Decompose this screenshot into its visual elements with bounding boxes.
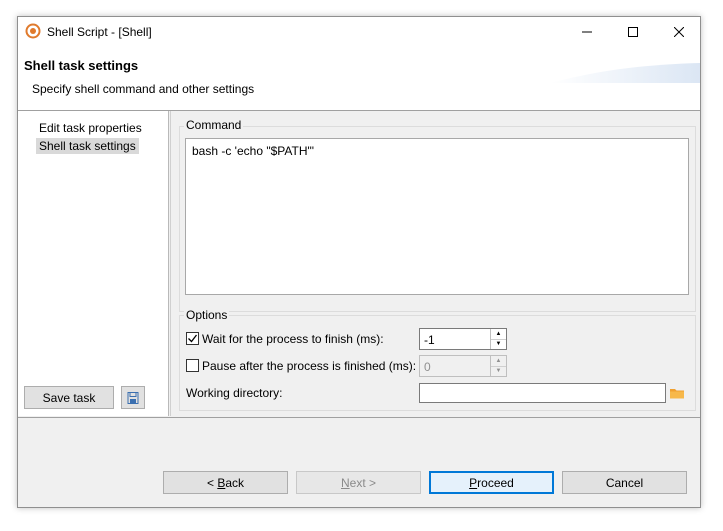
minimize-icon xyxy=(582,31,592,33)
proceed-mnemonic: P xyxy=(469,475,478,490)
app-logo-icon xyxy=(25,23,41,39)
next-mnemonic: N xyxy=(340,475,350,490)
nav-item-shell-task-settings[interactable]: Shell task settings xyxy=(36,138,139,154)
wait-value: -1 xyxy=(424,333,435,347)
spin-down-button[interactable]: ▼ xyxy=(491,339,506,349)
next-button[interactable]: Next > xyxy=(296,471,421,494)
title-bar: Shell Script - [Shell] xyxy=(18,17,700,47)
wait-checkbox[interactable] xyxy=(186,332,199,345)
maximize-icon xyxy=(628,27,638,37)
header-banner-graphic xyxy=(550,63,700,83)
window-title: Shell Script - [Shell] xyxy=(47,25,152,39)
pause-label: Pause after the process is finished (ms)… xyxy=(202,359,417,373)
wait-spinner-arrows: ▲ ▼ xyxy=(490,329,506,349)
checkmark-icon xyxy=(188,334,198,343)
folder-icon xyxy=(670,389,684,399)
next-label: ext > xyxy=(349,475,377,490)
close-button[interactable] xyxy=(656,17,700,47)
maximize-button[interactable] xyxy=(610,17,656,47)
nav-item-edit-task-properties[interactable]: Edit task properties xyxy=(36,120,145,136)
triangle-down-icon: ▼ xyxy=(495,368,502,374)
navigation-pane: Edit task properties Shell task settings… xyxy=(18,111,169,416)
options-group-label: Options xyxy=(184,308,230,322)
wait-label: Wait for the process to finish (ms): xyxy=(202,332,384,346)
back-mnemonic: B xyxy=(217,475,226,490)
triangle-up-icon: ▲ xyxy=(495,358,502,364)
spin-down-button[interactable]: ▼ xyxy=(491,366,506,376)
back-label: ack xyxy=(225,475,245,490)
page-title: Shell task settings xyxy=(24,58,139,73)
page-subtitle: Specify shell command and other settings xyxy=(32,82,255,96)
settings-content: Command bash -c 'echo "$PATH"' Options W… xyxy=(173,111,700,416)
pane-divider[interactable] xyxy=(170,111,171,416)
back-prefix: < xyxy=(206,475,218,490)
workdir-input[interactable] xyxy=(419,383,666,403)
proceed-label: roceed xyxy=(477,475,514,490)
save-as-button[interactable] xyxy=(121,386,145,409)
pause-spinner-arrows: ▲ ▼ xyxy=(490,356,506,376)
pause-spinner[interactable]: 0 ▲ ▼ xyxy=(419,355,507,377)
command-group-label: Command xyxy=(184,118,244,132)
wizard-header: Shell task settings Specify shell comman… xyxy=(18,47,700,111)
pause-value: 0 xyxy=(424,360,431,374)
close-icon xyxy=(674,27,684,37)
triangle-down-icon: ▼ xyxy=(495,341,502,347)
command-text: bash -c 'echo "$PATH"' xyxy=(192,144,315,158)
cancel-button[interactable]: Cancel xyxy=(562,471,687,494)
pause-checkbox[interactable] xyxy=(186,359,199,372)
wait-spinner[interactable]: -1 ▲ ▼ xyxy=(419,328,507,350)
save-icon xyxy=(127,391,139,404)
workdir-label: Working directory: xyxy=(186,386,283,400)
command-textarea[interactable]: bash -c 'echo "$PATH"' xyxy=(185,138,689,295)
minimize-button[interactable] xyxy=(564,17,610,47)
save-task-button[interactable]: Save task xyxy=(24,386,114,409)
back-button[interactable]: < Back xyxy=(163,471,288,494)
browse-folder-button[interactable] xyxy=(669,385,685,401)
proceed-button[interactable]: Proceed xyxy=(429,471,554,494)
footer-separator xyxy=(18,417,700,418)
triangle-up-icon: ▲ xyxy=(495,331,502,337)
dialog-window: Shell Script - [Shell] Shell task settin… xyxy=(17,16,701,508)
